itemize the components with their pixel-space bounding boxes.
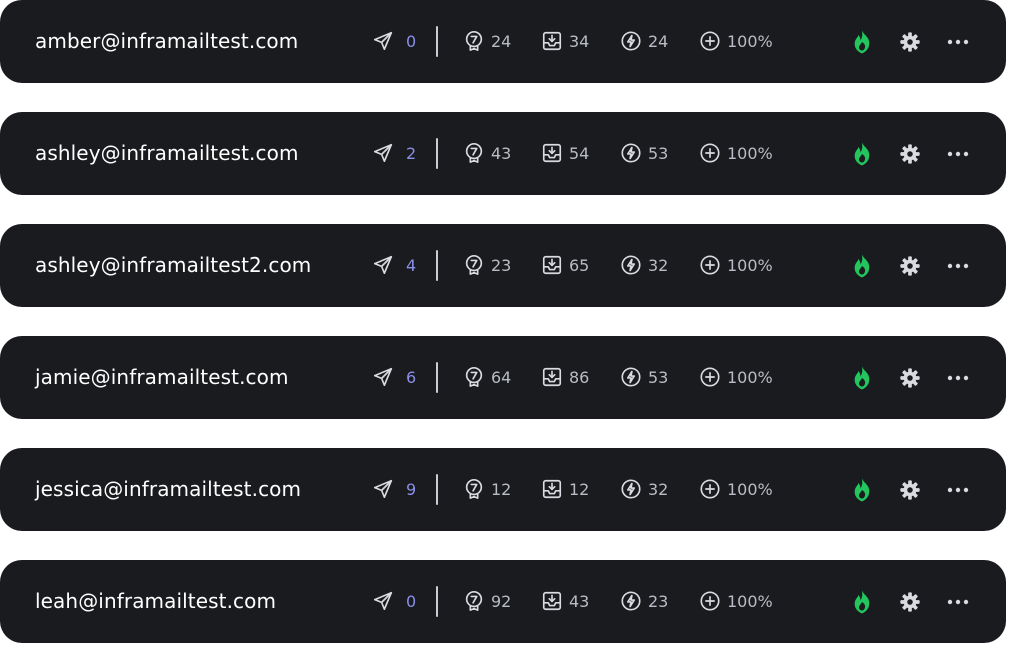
flame-icon[interactable] bbox=[850, 365, 874, 391]
award-badge-icon bbox=[465, 479, 483, 499]
lightning-bolt-icon bbox=[621, 479, 641, 499]
inbox-count: 86 bbox=[569, 368, 590, 387]
more-horizontal-icon[interactable] bbox=[946, 31, 970, 53]
inbox-download-icon bbox=[542, 479, 562, 499]
plus-circle-icon bbox=[700, 367, 720, 387]
sent-count: 0 bbox=[406, 592, 417, 611]
account-email[interactable]: leah@inframailtest.com bbox=[35, 560, 276, 643]
plus-circle-icon bbox=[700, 255, 720, 275]
more-horizontal-icon[interactable] bbox=[946, 591, 970, 613]
account-row[interactable]: ashley@inframailtest.com 2 43 54 53 100% bbox=[0, 112, 1006, 195]
gear-icon[interactable] bbox=[899, 143, 921, 165]
more-horizontal-icon[interactable] bbox=[946, 255, 970, 277]
more-horizontal-icon[interactable] bbox=[946, 367, 970, 389]
flame-icon[interactable] bbox=[850, 141, 874, 167]
inbox-download-icon bbox=[542, 367, 562, 387]
lightning-bolt-icon bbox=[621, 143, 641, 163]
flame-icon[interactable] bbox=[850, 29, 874, 55]
health-percentage: 100% bbox=[727, 32, 773, 51]
award-badge-icon bbox=[465, 591, 483, 611]
stat-divider bbox=[436, 138, 438, 169]
paper-plane-icon bbox=[373, 31, 393, 51]
paper-plane-icon bbox=[373, 479, 393, 499]
inbox-download-icon bbox=[542, 31, 562, 51]
health-percentage: 100% bbox=[727, 592, 773, 611]
health-percentage: 100% bbox=[727, 480, 773, 499]
inbox-download-icon bbox=[542, 143, 562, 163]
ratings-count: 23 bbox=[491, 256, 512, 275]
award-badge-icon bbox=[465, 31, 483, 51]
stat-divider bbox=[436, 250, 438, 281]
activity-count: 53 bbox=[648, 144, 669, 163]
sent-count: 0 bbox=[406, 32, 417, 51]
account-row[interactable]: jessica@inframailtest.com 9 12 12 32 100… bbox=[0, 448, 1006, 531]
award-badge-icon bbox=[465, 143, 483, 163]
ratings-count: 43 bbox=[491, 144, 512, 163]
inbox-count: 65 bbox=[569, 256, 590, 275]
stat-divider bbox=[436, 474, 438, 505]
sent-count: 4 bbox=[406, 256, 417, 275]
ratings-count: 64 bbox=[491, 368, 512, 387]
inbox-count: 34 bbox=[569, 32, 590, 51]
paper-plane-icon bbox=[373, 591, 393, 611]
account-row[interactable]: amber@inframailtest.com 0 24 34 24 100% bbox=[0, 0, 1006, 83]
stat-divider bbox=[436, 362, 438, 393]
award-badge-icon bbox=[465, 367, 483, 387]
account-row[interactable]: leah@inframailtest.com 0 92 43 23 100% bbox=[0, 560, 1006, 643]
paper-plane-icon bbox=[373, 143, 393, 163]
gear-icon[interactable] bbox=[899, 367, 921, 389]
gear-icon[interactable] bbox=[899, 591, 921, 613]
inbox-count: 12 bbox=[569, 480, 590, 499]
plus-circle-icon bbox=[700, 143, 720, 163]
lightning-bolt-icon bbox=[621, 367, 641, 387]
account-email[interactable]: amber@inframailtest.com bbox=[35, 0, 298, 83]
account-email[interactable]: jessica@inframailtest.com bbox=[35, 448, 301, 531]
ratings-count: 92 bbox=[491, 592, 512, 611]
activity-count: 53 bbox=[648, 368, 669, 387]
plus-circle-icon bbox=[700, 591, 720, 611]
lightning-bolt-icon bbox=[621, 31, 641, 51]
health-percentage: 100% bbox=[727, 144, 773, 163]
activity-count: 24 bbox=[648, 32, 669, 51]
paper-plane-icon bbox=[373, 367, 393, 387]
activity-count: 32 bbox=[648, 480, 669, 499]
lightning-bolt-icon bbox=[621, 255, 641, 275]
sent-count: 6 bbox=[406, 368, 417, 387]
inbox-count: 54 bbox=[569, 144, 590, 163]
ratings-count: 12 bbox=[491, 480, 512, 499]
flame-icon[interactable] bbox=[850, 253, 874, 279]
lightning-bolt-icon bbox=[621, 591, 641, 611]
sent-count: 9 bbox=[406, 480, 417, 499]
flame-icon[interactable] bbox=[850, 589, 874, 615]
ratings-count: 24 bbox=[491, 32, 512, 51]
more-horizontal-icon[interactable] bbox=[946, 479, 970, 501]
paper-plane-icon bbox=[373, 255, 393, 275]
gear-icon[interactable] bbox=[899, 479, 921, 501]
award-badge-icon bbox=[465, 255, 483, 275]
flame-icon[interactable] bbox=[850, 477, 874, 503]
health-percentage: 100% bbox=[727, 368, 773, 387]
account-row[interactable]: jamie@inframailtest.com 6 64 86 53 100% bbox=[0, 336, 1006, 419]
more-horizontal-icon[interactable] bbox=[946, 143, 970, 165]
stat-divider bbox=[436, 26, 438, 57]
inbox-download-icon bbox=[542, 591, 562, 611]
activity-count: 23 bbox=[648, 592, 669, 611]
account-email[interactable]: ashley@inframailtest2.com bbox=[35, 224, 311, 307]
gear-icon[interactable] bbox=[899, 31, 921, 53]
account-row[interactable]: ashley@inframailtest2.com 4 23 65 32 100… bbox=[0, 224, 1006, 307]
stat-divider bbox=[436, 586, 438, 617]
inbox-count: 43 bbox=[569, 592, 590, 611]
account-email[interactable]: jamie@inframailtest.com bbox=[35, 336, 289, 419]
sent-count: 2 bbox=[406, 144, 417, 163]
account-email[interactable]: ashley@inframailtest.com bbox=[35, 112, 299, 195]
health-percentage: 100% bbox=[727, 256, 773, 275]
gear-icon[interactable] bbox=[899, 255, 921, 277]
plus-circle-icon bbox=[700, 479, 720, 499]
activity-count: 32 bbox=[648, 256, 669, 275]
inbox-download-icon bbox=[542, 255, 562, 275]
plus-circle-icon bbox=[700, 31, 720, 51]
